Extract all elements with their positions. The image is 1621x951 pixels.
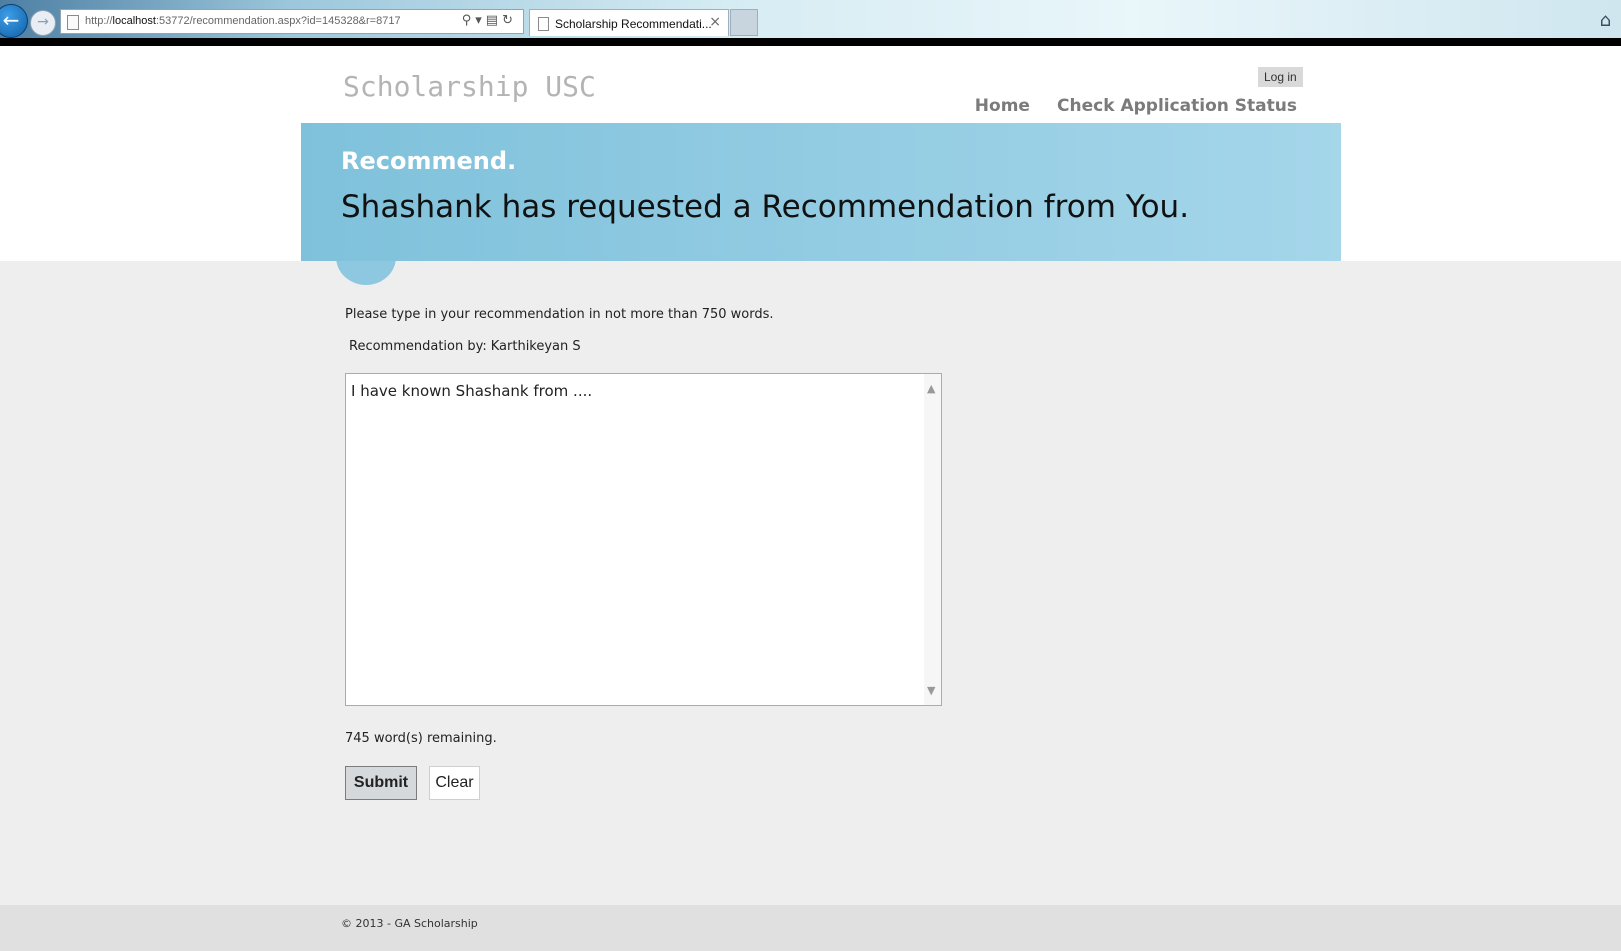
words-remaining-counter: 745 word(s) remaining. — [345, 731, 497, 746]
instructions-text: Please type in your recommendation in no… — [345, 307, 774, 322]
main-content: Please type in your recommendation in no… — [0, 261, 1621, 951]
recommender-line: Recommendation by: Karthikeyan S — [345, 339, 581, 354]
page-title: Recommend. — [341, 147, 517, 175]
recommendation-textarea[interactable]: I have known Shashank from .... — [351, 382, 911, 692]
clear-button[interactable]: Clear — [429, 766, 480, 800]
nav-check-status-link[interactable]: Check Application Status — [1057, 96, 1297, 116]
browser-toolbar: ← → http://localhost:53772/recommendatio… — [0, 0, 1621, 46]
new-tab-button[interactable] — [730, 9, 758, 36]
tab-title: Scholarship Recommendati... — [555, 17, 712, 31]
compat-view-icon[interactable]: ▤ — [486, 13, 502, 28]
textarea-scrollbar[interactable]: ▲ ▼ — [924, 374, 941, 705]
address-bar[interactable]: http://localhost:53772/recommendation.as… — [60, 9, 524, 34]
request-message: Shashank has requested a Recommendation … — [341, 189, 1190, 225]
site-header: Scholarship USC Log in Home Check Applic… — [0, 46, 1621, 261]
search-icon[interactable]: ⚲ — [462, 13, 476, 28]
tab-page-icon — [538, 17, 549, 31]
site-footer: © 2013 - GA Scholarship — [0, 905, 1621, 951]
copyright-text: © 2013 - GA Scholarship — [341, 917, 478, 930]
forward-arrow-icon[interactable]: → — [30, 10, 56, 36]
page-icon — [67, 15, 79, 30]
home-icon[interactable]: ⌂ — [1600, 10, 1611, 31]
address-tools[interactable]: ⚲▾▤↻ — [462, 13, 517, 28]
submit-button[interactable]: Submit — [345, 766, 417, 800]
chevron-up-icon[interactable]: ▲ — [927, 382, 935, 395]
back-arrow-icon[interactable]: ← — [0, 4, 28, 38]
featured-banner: Recommend. Shashank has requested a Reco… — [301, 123, 1341, 261]
browser-tab[interactable]: Scholarship Recommendati... × — [529, 9, 729, 36]
dropdown-icon[interactable]: ▾ — [475, 13, 486, 28]
recommender-name: Karthikeyan S — [490, 339, 581, 354]
recommendation-box: I have known Shashank from .... ▲ ▼ — [345, 373, 942, 706]
refresh-icon[interactable]: ↻ — [502, 13, 517, 28]
close-icon[interactable]: × — [709, 14, 721, 30]
chevron-down-icon[interactable]: ▼ — [927, 684, 935, 697]
url-text: http://localhost:53772/recommendation.as… — [85, 15, 401, 27]
login-link[interactable]: Log in — [1258, 67, 1303, 87]
nav-home-link[interactable]: Home — [975, 96, 1030, 116]
byline-label: Recommendation by: — [349, 339, 487, 354]
main-nav: Home Check Application Status — [953, 96, 1297, 116]
web-page: Scholarship USC Log in Home Check Applic… — [0, 46, 1621, 951]
site-title[interactable]: Scholarship USC — [343, 70, 596, 103]
